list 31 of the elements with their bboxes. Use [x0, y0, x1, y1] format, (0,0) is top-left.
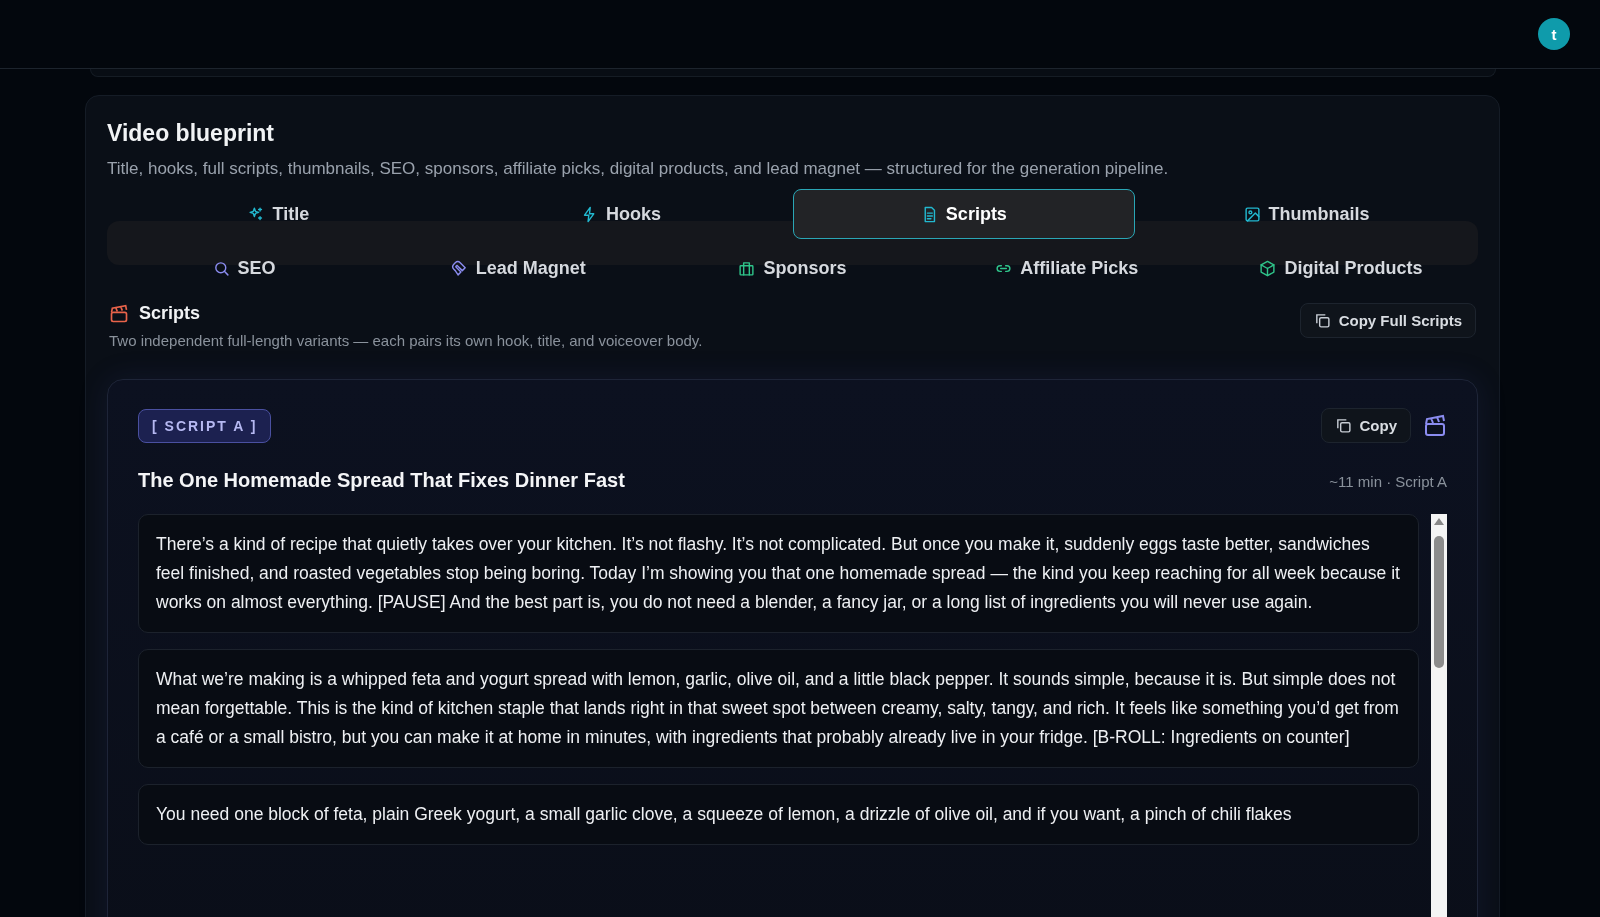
- card-title: Video blueprint: [107, 120, 275, 147]
- tab[interactable]: SEO: [107, 243, 382, 293]
- card-subtitle: Title, hooks, full scripts, thumbnails, SEO, sponsors, affiliate picks, digital products, and lead magnet — structured for the generation pipeline.: [107, 159, 1170, 179]
- tab[interactable]: Affiliate Picks: [929, 243, 1204, 293]
- script-label: [ SCRIPT A ]: [138, 408, 272, 443]
- clapperboard-icon: [109, 303, 129, 324]
- tab[interactable]: Sponsors: [655, 243, 930, 293]
- magnet-icon: [450, 259, 468, 277]
- scrollbar[interactable]: [1431, 514, 1447, 917]
- tab[interactable]: Lead Magnet: [381, 243, 656, 293]
- tab[interactable]: Digital Products: [1203, 243, 1478, 293]
- script-title: The One Homemade Spread That Fixes Dinner Fast: [138, 469, 625, 492]
- copy-full-scripts-button[interactable]: Copy Full Scripts: [1299, 303, 1476, 338]
- script-paragraph: You need one block of feta, plain Greek yogurt, a small garlic clove, a squeeze of lemon, a drizzle of olive oil, and if you want, a pinch of chili flakes: [138, 784, 1419, 845]
- tab[interactable]: Thumbnails: [1135, 189, 1478, 239]
- script-meta: ~11 min · Script A: [1329, 473, 1447, 490]
- search-icon: [212, 259, 230, 277]
- section-title: Scripts: [139, 303, 201, 324]
- copy-icon: [1313, 312, 1331, 329]
- script-paragraph: What we’re making is a whipped feta and yogurt spread with lemon, garlic, olive oil, and a little black pepper. It sounds simple, because it is. But simple does not mean forgettable. This is the kind of kitchen staple that lands right in that sweet spot between creamy, salty, tangy, and rich. It feels like something you’d get from a café or a small bistro, but you can make it at home in minutes, with ingredients that probably already live in your fridge. [B-ROLL: Ingredients on counter]: [138, 649, 1419, 768]
- copy-icon: [1334, 417, 1352, 434]
- clapperboard-icon[interactable]: [1423, 413, 1447, 438]
- image-icon: [1243, 205, 1261, 223]
- sparkles-icon: [247, 205, 265, 223]
- tab[interactable]: Scripts: [792, 189, 1136, 239]
- cube-icon: [1259, 259, 1277, 277]
- copy-button[interactable]: Copy: [1320, 408, 1411, 443]
- section-subtitle: Two independent full-length variants — each pairs its own hook, title, and voiceover body.: [109, 332, 703, 349]
- script-paragraph: There’s a kind of recipe that quietly takes over your kitchen. It’s not flashy. It’s not complicated. But once you make it, suddenly eggs taste better, sandwiches feel finished, and roasted vegetables stop being boring. Today I’m showing you that one homemade spread — the kind you keep reaching for all week because it works on almost everything. [PAUSE] And the best part is, you do not need a blender, a fancy jar, or a long list of ingredients you will never use again.: [138, 514, 1419, 633]
- tab[interactable]: Title: [107, 189, 450, 239]
- tab[interactable]: Hooks: [449, 189, 793, 239]
